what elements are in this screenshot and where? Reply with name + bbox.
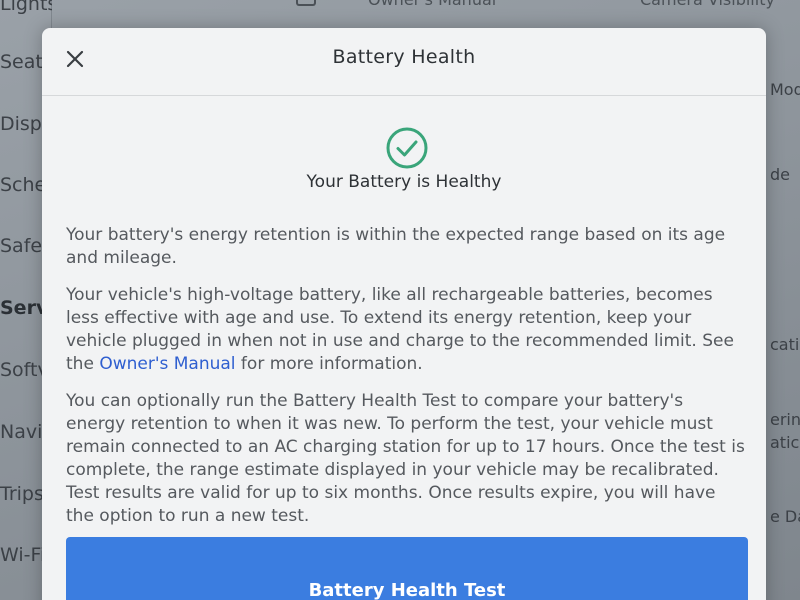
book-icon	[296, 0, 316, 6]
bg-right-text: e Da	[770, 507, 800, 526]
dialog-title: Battery Health	[332, 46, 476, 68]
check-circle-icon	[385, 126, 429, 170]
menu-item-lights[interactable]: Lights	[0, 0, 52, 24]
battery-care-text-end: for more information.	[235, 354, 423, 374]
bg-right-text: atic	[770, 433, 800, 452]
bg-right-text: de	[770, 165, 790, 184]
battery-health-test-button[interactable]: Battery Health Test	[66, 537, 748, 600]
dialog-header: Battery Health	[42, 28, 766, 96]
battery-health-dialog: Battery Health Your Battery is Healthy Y…	[42, 28, 766, 600]
health-test-description: You can optionally run the Battery Healt…	[66, 391, 745, 526]
camera-visibility-link[interactable]: Camera Visibility	[640, 0, 775, 9]
bg-right-text: cati	[770, 335, 800, 354]
bg-right-text: erin	[770, 410, 800, 429]
status-heading: Your Battery is Healthy	[306, 172, 502, 192]
battery-care-text: Your vehicle's high-voltage battery, lik…	[66, 284, 746, 376]
bg-right-text: Mode	[770, 80, 800, 99]
owners-manual-link[interactable]: Owner's Manual	[99, 354, 235, 374]
retention-summary-text: Your battery's energy retention is withi…	[66, 225, 726, 268]
owners-manual-link[interactable]: Owner's Manual	[368, 0, 496, 9]
